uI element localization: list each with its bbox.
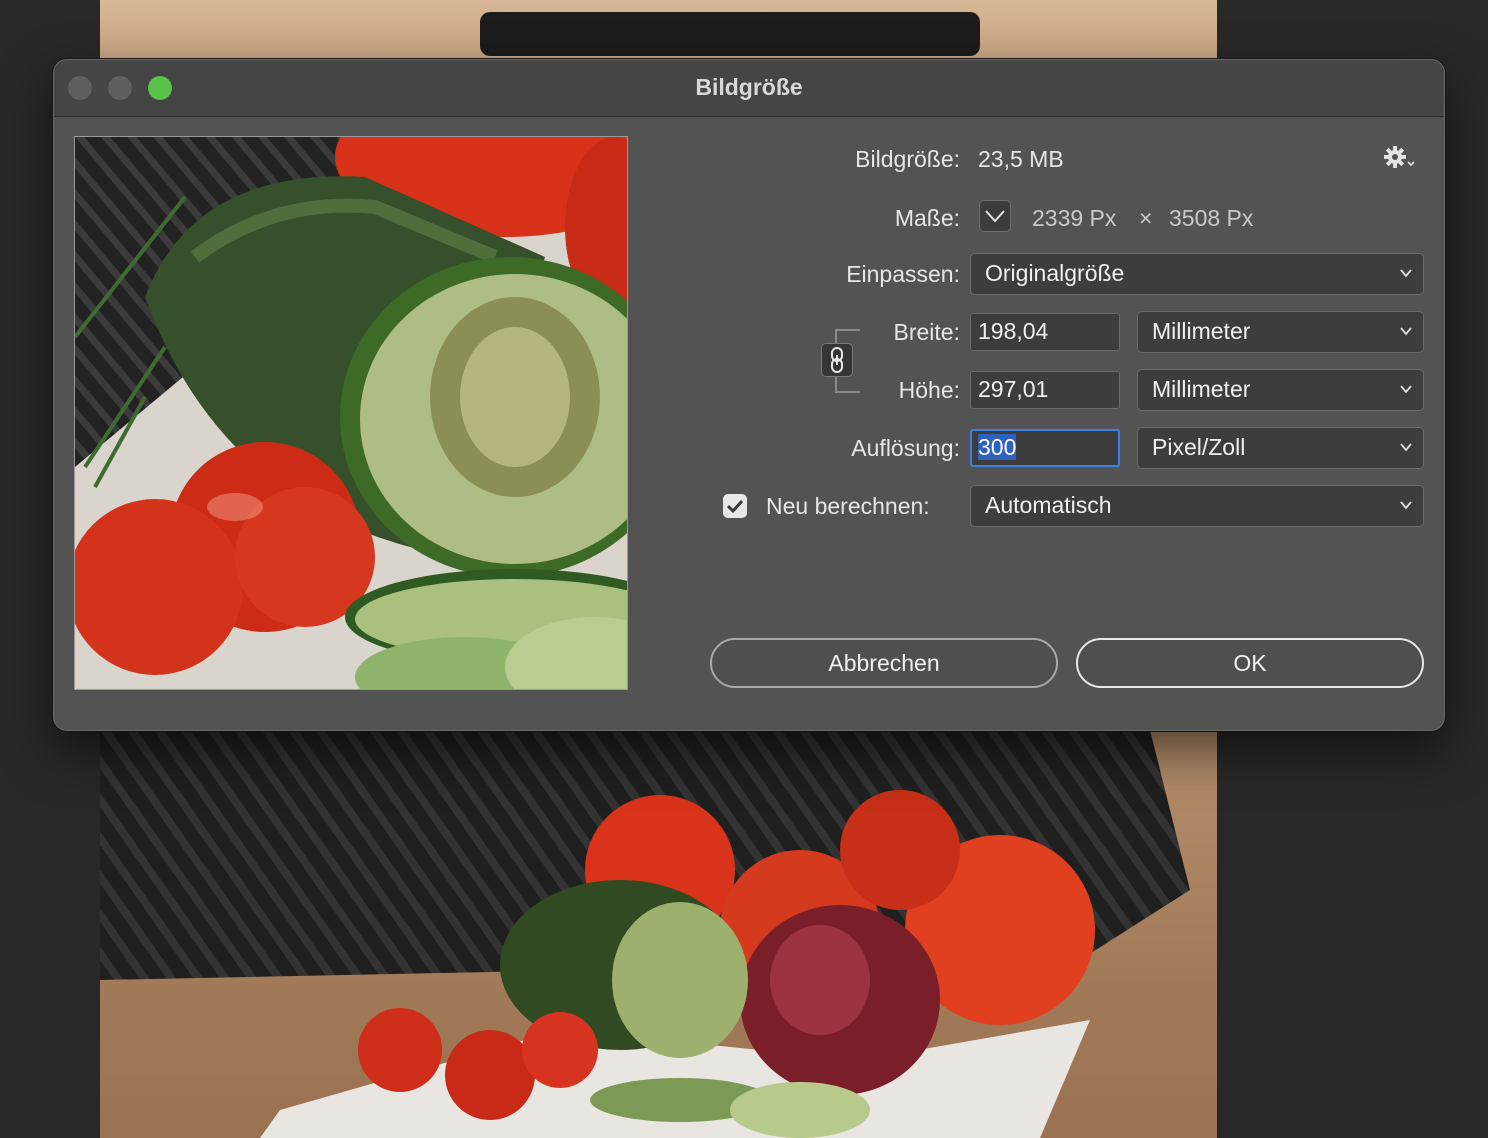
- width-unit-select[interactable]: Millimeter: [1137, 311, 1424, 353]
- chevron-down-icon: [1400, 443, 1412, 452]
- gear-icon[interactable]: [1384, 146, 1418, 172]
- fit-to-label: Einpassen:: [846, 261, 960, 287]
- resolution-label: Auflösung:: [851, 435, 960, 461]
- dimensions-unit-toggle[interactable]: [979, 200, 1011, 232]
- resample-label: Neu berechnen:: [766, 493, 930, 519]
- resolution-unit-value: Pixel/Zoll: [1152, 434, 1246, 460]
- chevron-down-icon: [1400, 327, 1412, 336]
- image-size-dialog: Bildgröße Bildgröße: 23,5 MB Maße: 2339 …: [53, 59, 1445, 731]
- link-chain-icon[interactable]: [821, 343, 853, 377]
- ok-button[interactable]: OK: [1076, 638, 1424, 688]
- height-unit-value: Millimeter: [1152, 376, 1251, 402]
- resolution-unit-select[interactable]: Pixel/Zoll: [1137, 427, 1424, 469]
- resample-checkbox[interactable]: [723, 494, 747, 518]
- height-label: Höhe:: [898, 377, 960, 403]
- resolution-value: 300: [978, 434, 1017, 460]
- checkmark-icon: [726, 499, 744, 514]
- image-size-value: 23,5 MB: [978, 146, 1064, 172]
- photo-dark-object: [480, 12, 980, 56]
- image-preview[interactable]: [74, 136, 628, 690]
- dialog-titlebar: Bildgröße: [54, 60, 1444, 117]
- vegetable-photo-bottom: [100, 730, 1190, 1138]
- height-input[interactable]: 297,01: [970, 371, 1120, 409]
- width-input[interactable]: 198,04: [970, 313, 1120, 351]
- dimensions-label: Maße:: [894, 205, 960, 231]
- canvas-photo-bottom: [100, 730, 1217, 1138]
- fit-to-select[interactable]: Originalgröße: [970, 253, 1424, 295]
- preview-photo: [75, 137, 627, 689]
- chevron-down-icon: [1400, 385, 1412, 394]
- chevron-down-icon: [1400, 501, 1412, 510]
- width-pixels: 2339 Px: [1032, 205, 1117, 231]
- resolution-input[interactable]: 300: [970, 429, 1120, 467]
- height-pixels: 3508 Px: [1169, 205, 1254, 231]
- chevron-down-icon: [985, 210, 1005, 223]
- resample-method-value: Automatisch: [985, 492, 1112, 518]
- width-label: Breite:: [893, 319, 960, 345]
- image-size-label: Bildgröße:: [855, 146, 960, 172]
- width-unit-value: Millimeter: [1152, 318, 1251, 344]
- fit-to-value: Originalgröße: [985, 260, 1125, 286]
- cancel-button[interactable]: Abbrechen: [710, 638, 1058, 688]
- chevron-down-icon: [1400, 269, 1412, 278]
- resample-method-select[interactable]: Automatisch: [970, 485, 1424, 527]
- height-unit-select[interactable]: Millimeter: [1137, 369, 1424, 411]
- dialog-title: Bildgröße: [695, 74, 803, 100]
- times-sign: ×: [1139, 205, 1153, 231]
- canvas-photo-top: [100, 0, 1217, 60]
